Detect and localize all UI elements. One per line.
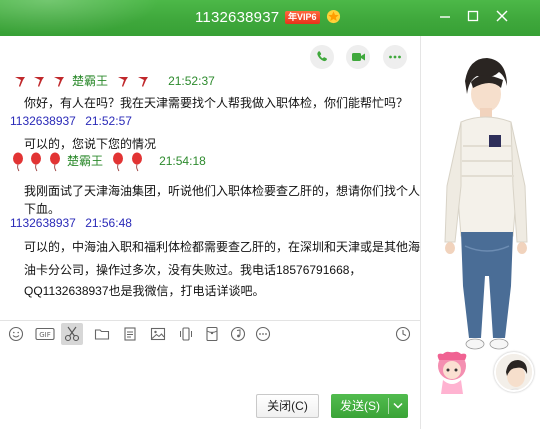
sender-name[interactable]: 楚霸王 <box>67 154 103 168</box>
minimize-icon[interactable] <box>438 9 452 23</box>
voice-call-button[interactable] <box>310 45 334 69</box>
send-label: 发送(S) <box>340 399 380 413</box>
balloon-icon <box>113 152 124 172</box>
message-time: 21:52:37 <box>168 74 215 88</box>
chevron-down-icon[interactable] <box>393 402 403 410</box>
ribbon-icon <box>15 76 25 87</box>
file-icon[interactable] <box>122 326 138 342</box>
message-header: 楚霸王 21:54:18 <box>12 152 432 172</box>
shake-icon[interactable] <box>178 326 194 342</box>
send-button[interactable]: 发送(S) <box>331 394 408 418</box>
balloon-icon <box>13 152 23 172</box>
avatar[interactable] <box>494 352 534 392</box>
video-camera-icon <box>352 53 365 61</box>
message-list[interactable]: 楚霸王 21:52:37 你好，有人在吗？我在天津需要找个人帮我做入职体检，你们… <box>0 72 456 320</box>
message-header: 楚霸王 21:52:37 <box>14 72 434 89</box>
message-text: 我刚面试了天津海油集团，听说他们入职体检要查乙肝的，想请你们找个人帮我抽 <box>24 184 457 198</box>
folder-icon[interactable] <box>94 326 110 342</box>
chat-header <box>0 36 420 72</box>
music-icon[interactable] <box>230 326 246 342</box>
message-body: 你好，有人在吗？我在天津需要找个人帮我做入职体检，你们能帮忙吗？ <box>24 94 444 111</box>
message-body: QQ1132638937也是我微信，打电话详谈吧。 <box>24 282 444 299</box>
message-time: 21:52:57 <box>85 114 132 128</box>
sender-name[interactable]: 1132638937 <box>10 216 76 230</box>
video-call-button[interactable] <box>346 45 370 69</box>
red-packet-icon[interactable] <box>204 326 220 342</box>
svg-text:GIF: GIF <box>39 331 51 339</box>
message-time: 21:54:18 <box>159 154 206 169</box>
more-options-button[interactable] <box>383 45 407 69</box>
close-icon[interactable] <box>495 9 509 23</box>
vip-badge: 年VIP6 <box>285 11 320 24</box>
image-icon[interactable] <box>150 326 166 342</box>
vip-star-icon <box>326 9 341 24</box>
message-text: 油卡分公司，操作过多次，没有失败过。我电话18576791668， <box>24 263 362 277</box>
message-body: 下血。 <box>24 200 444 217</box>
balloon-icon <box>131 152 142 172</box>
message-body: 我刚面试了天津海油集团，听说他们入职体检要查乙肝的，想请你们找个人帮我抽 <box>24 182 456 199</box>
maximize-icon[interactable] <box>466 9 480 23</box>
ribbon-icon <box>137 76 148 87</box>
message-text: 可以的，中海油入职和福利体检都需要查乙肝的，在深圳和天津或是其他海 <box>24 240 421 254</box>
screenshot-button[interactable] <box>61 323 83 345</box>
message-body: 油卡分公司，操作过多次，没有失败过。我电话18576791668， <box>24 261 444 278</box>
phone-icon <box>317 51 327 62</box>
message-text: 下血。 <box>24 202 61 216</box>
balloon-icon <box>31 152 42 172</box>
ribbon-icon <box>34 76 45 87</box>
more-icon[interactable] <box>255 326 271 342</box>
message-text: 可以的，您说下您的情况 <box>24 137 157 151</box>
sender-name[interactable]: 1132638937 <box>10 114 76 128</box>
message-text: 你好，有人在吗？我在天津需要找个人帮我做入职体检，你们能帮忙吗？ <box>24 96 409 110</box>
ribbon-icon <box>53 76 64 87</box>
message-header: 1132638937 21:56:48 <box>10 216 430 230</box>
balloon-icon <box>49 152 60 172</box>
title-bar[interactable]: 1132638937 年VIP6 <box>0 0 540 36</box>
message-header: 1132638937 21:52:57 <box>10 114 430 128</box>
gif-icon[interactable]: GIF <box>35 326 55 342</box>
more-dots-icon <box>389 55 401 59</box>
message-body: 可以的，您说下您的情况 <box>24 135 444 152</box>
message-text: QQ1132638937也是我微信，打电话详谈吧。 <box>24 284 265 298</box>
sender-name[interactable]: 楚霸王 <box>72 74 108 88</box>
pet-doll-image <box>437 351 467 394</box>
emoji-icon[interactable] <box>8 326 24 342</box>
message-time: 21:56:48 <box>85 216 132 230</box>
window-title: 1132638937 <box>195 9 280 26</box>
input-toolbar: GIF <box>0 320 420 346</box>
scissors-icon <box>64 326 80 342</box>
send-divider <box>388 398 389 414</box>
ribbon-icon <box>118 76 129 87</box>
message-input[interactable]: 关闭(C) 发送(S) <box>0 346 420 429</box>
avatar-figure-image <box>444 58 528 350</box>
history-clock-icon[interactable] <box>395 326 411 342</box>
close-button[interactable]: 关闭(C) <box>256 394 319 418</box>
message-body: 可以的，中海油入职和福利体检都需要查乙肝的，在深圳和天津或是其他海 <box>24 238 444 255</box>
